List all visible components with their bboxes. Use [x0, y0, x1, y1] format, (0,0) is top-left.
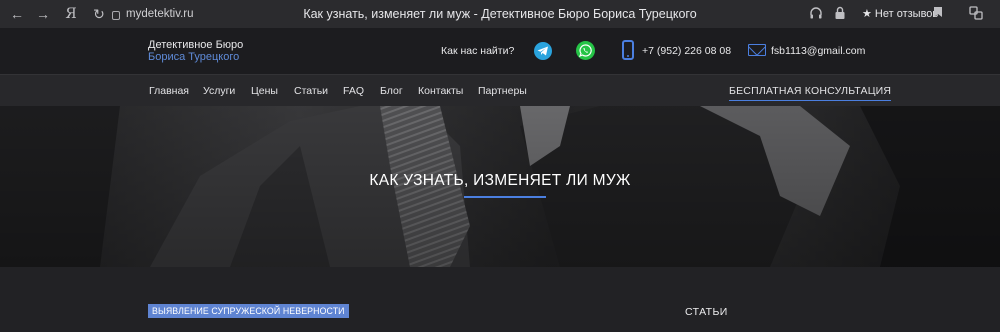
bookmark-icon[interactable]	[930, 6, 946, 22]
browser-toolbar: ← → Я ↻ mydetektiv.ru Как узнать, изменя…	[0, 0, 1000, 28]
reload-icon[interactable]: ↻	[88, 3, 110, 25]
reviews-button[interactable]: ★ Нет отзывов	[862, 7, 938, 20]
forward-arrow-icon[interactable]: →	[32, 3, 54, 25]
page-title: КАК УЗНАТЬ, ИЗМЕНЯЕТ ЛИ МУЖ	[369, 172, 631, 189]
telegram-icon[interactable]	[534, 42, 552, 60]
back-arrow-icon[interactable]: ←	[6, 3, 28, 25]
hero-banner: КАК УЗНАТЬ, ИЗМЕНЯЕТ ЛИ МУЖ	[0, 106, 1000, 267]
lock-icon[interactable]	[832, 6, 848, 22]
content-area: ВЫЯВЛЕНИЕ СУПРУЖЕСКОЙ НЕВЕРНОСТИ СТАТЬИ	[0, 267, 1000, 332]
menu-item-blog[interactable]: Блог	[380, 85, 403, 97]
lock-icon	[112, 10, 120, 20]
site-logo[interactable]: Детективное Бюро Бориса Турецкого	[148, 39, 243, 63]
sidebar-heading: СТАТЬИ	[685, 306, 728, 318]
menu-item-faq[interactable]: FAQ	[343, 85, 364, 97]
menu-item-articles[interactable]: Статьи	[294, 85, 328, 97]
email-address[interactable]: fsb1113@gmail.com	[771, 45, 865, 57]
menu-item-home[interactable]: Главная	[149, 85, 189, 97]
brand-line-1: Детективное Бюро	[148, 39, 244, 51]
brand-line-2: Бориса Турецкого	[148, 51, 240, 63]
main-menu: Главная Услуги Цены Статьи FAQ Блог Конт…	[0, 74, 1000, 106]
find-us-link[interactable]: Как нас найти?	[441, 45, 514, 57]
free-consultation-button[interactable]: БЕСПЛАТНАЯ КОНСУЛЬТАЦИЯ	[729, 85, 892, 101]
phone-number[interactable]: +7 (952) 226 08 08	[642, 45, 731, 57]
whatsapp-icon[interactable]	[576, 41, 595, 60]
headphones-icon[interactable]	[808, 6, 824, 22]
menu-item-services[interactable]: Услуги	[203, 85, 235, 97]
yandex-logo-icon[interactable]: Я	[60, 3, 82, 25]
menu-item-contacts[interactable]: Контакты	[418, 85, 463, 97]
title-underline	[464, 196, 546, 198]
mail-icon	[748, 44, 766, 56]
site-header: Детективное Бюро Бориса Турецкого Как на…	[0, 28, 1000, 74]
menu-item-partners[interactable]: Партнеры	[478, 85, 527, 97]
collections-icon[interactable]	[968, 6, 984, 22]
phone-icon	[622, 40, 634, 60]
address-bar[interactable]: mydetektiv.ru	[112, 5, 194, 23]
menu-item-prices[interactable]: Цены	[251, 85, 278, 97]
category-tag[interactable]: ВЫЯВЛЕНИЕ СУПРУЖЕСКОЙ НЕВЕРНОСТИ	[148, 304, 349, 318]
address-bar-url: mydetektiv.ru	[126, 8, 194, 20]
